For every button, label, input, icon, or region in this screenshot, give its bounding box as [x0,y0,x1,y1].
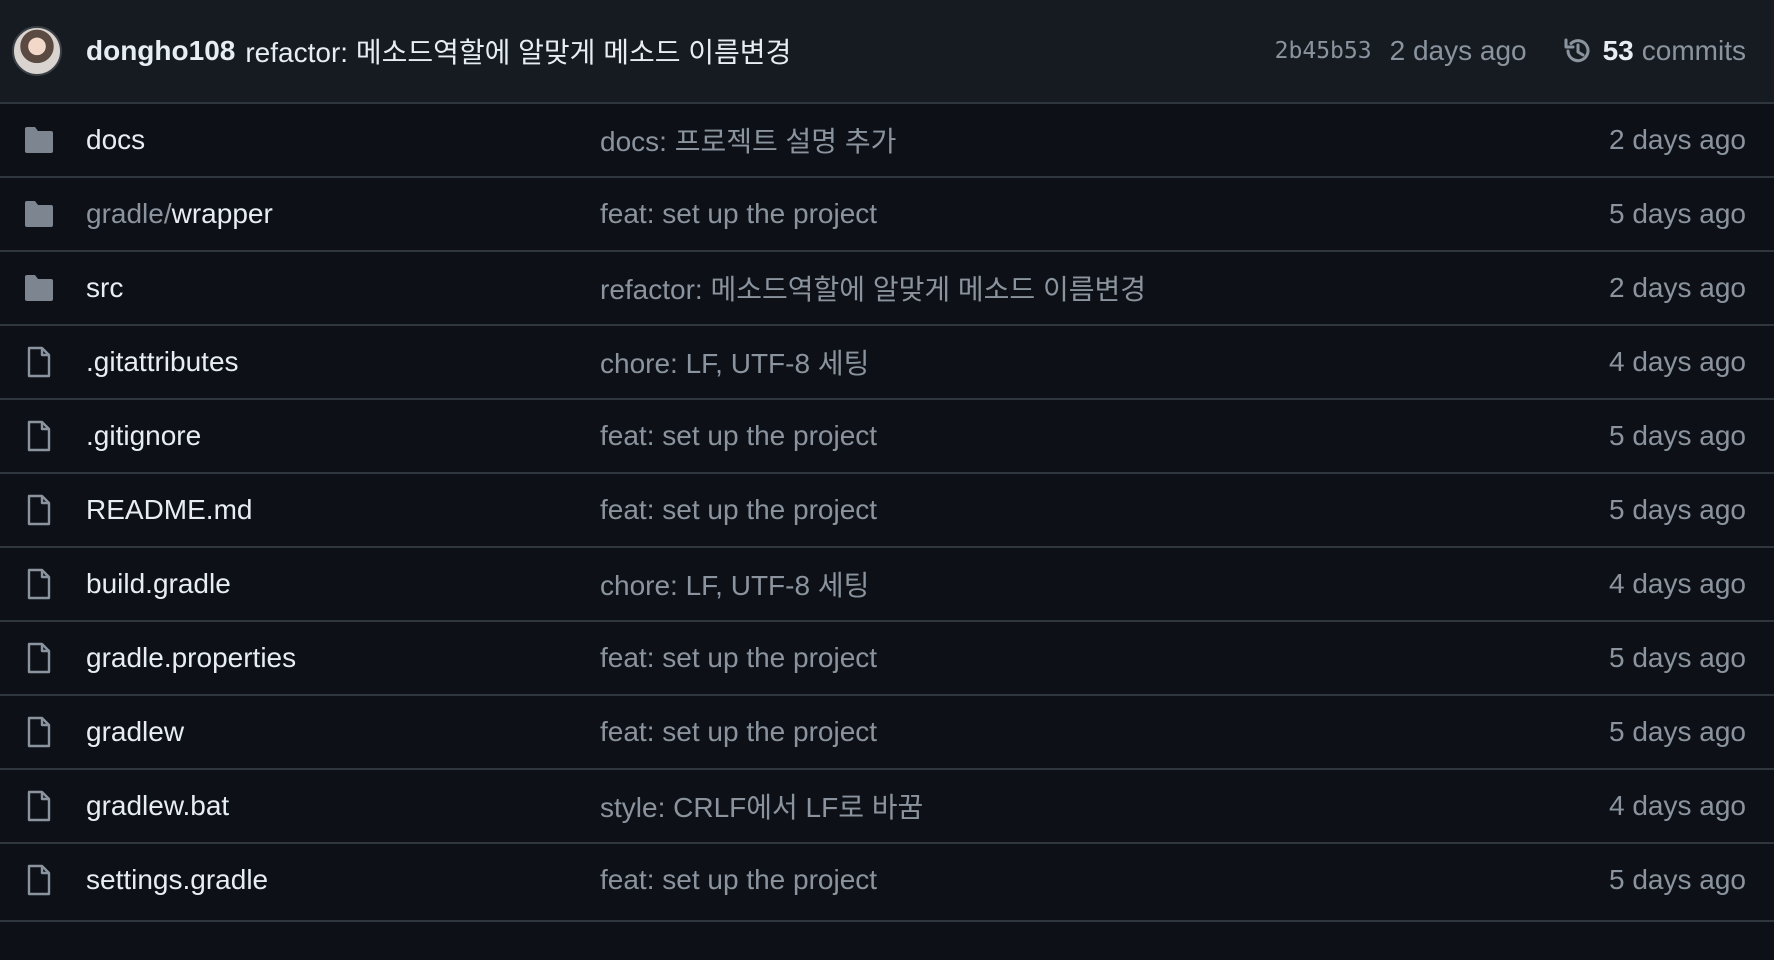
file-commit-age: 2 days ago [1609,124,1746,155]
latest-commit-bar: dongho108 refactor: 메소드역할에 알맞게 메소드 이름변경 … [0,0,1774,104]
file-name-link[interactable]: settings.gradle [86,844,586,916]
file-name-link[interactable]: gradlew [86,696,586,768]
file-commit-age: 4 days ago [1609,346,1746,377]
file-commit-age: 5 days ago [1609,198,1746,229]
file-name: build.gradle [86,568,231,599]
file-row[interactable]: gradlew feat: set up the project 5 days ag… [0,696,1774,770]
folder-icon [19,178,59,250]
file-commit-age: 5 days ago [1609,864,1746,895]
file-row[interactable]: settings.gradle feat: set up the project 5… [0,844,1774,918]
file-row[interactable]: docs docs: 프로젝트 설명 추가 2 days ago [0,104,1774,178]
file-name-link[interactable]: gradlew.bat [86,770,586,842]
file-row[interactable]: build.gradle chore: LF, UTF-8 세팅 4 days ag… [0,548,1774,622]
file-commit-age: 5 days ago [1609,494,1746,525]
file-commit-message-link[interactable]: refactor: 메소드역할에 알맞게 메소드 이름변경 [600,252,1500,324]
file-commit-message-link[interactable]: feat: set up the project [600,844,1500,916]
file-name: .gitignore [86,420,202,451]
file-name-link[interactable]: gradle.properties [86,622,586,694]
file-row[interactable]: README.md feat: set up the project 5 days … [0,474,1774,548]
file-icon [19,326,59,398]
file-name-link[interactable]: build.gradle [86,548,586,620]
file-commit-age: 5 days ago [1609,642,1746,673]
commit-time: 2 days ago [1389,35,1527,66]
file-icon [19,844,59,916]
file-commit-message-link[interactable]: feat: set up the project [600,474,1500,546]
file-commit-age: 5 days ago [1609,420,1746,451]
file-icon [19,548,59,620]
commit-count: 53 [1602,35,1634,66]
file-icon [19,474,59,546]
file-name-link[interactable]: docs [86,104,586,176]
file-commit-message-link[interactable]: style: CRLF에서 LF로 바꿈 [600,770,1500,842]
file-commit-message-link[interactable]: chore: LF, UTF-8 세팅 [600,326,1500,398]
file-commit-age: 2 days ago [1609,272,1746,303]
file-name: .gitattributes [86,346,239,377]
file-name-prefix: gradle/ [86,198,172,229]
file-icon [19,696,59,768]
folder-icon [19,252,59,324]
folder-icon [19,104,59,176]
file-commit-message-link[interactable]: feat: set up the project [600,178,1500,250]
latest-commit-message-link[interactable]: refactor: 메소드역할에 알맞게 메소드 이름변경 [245,31,791,71]
file-name: README.md [86,494,253,525]
file-commit-message-link[interactable]: feat: set up the project [600,696,1500,768]
file-icon [19,770,59,842]
file-commit-age: 4 days ago [1609,568,1746,599]
file-name: gradle.properties [86,642,297,673]
history-icon [1561,34,1595,68]
file-name: gradlew.bat [86,790,230,821]
file-commit-message-link[interactable]: chore: LF, UTF-8 세팅 [600,548,1500,620]
file-name: src [86,272,124,303]
file-name-link[interactable]: .gitattributes [86,326,586,398]
file-icon [19,622,59,694]
file-row[interactable]: .gitignore feat: set up the project 5 days… [0,400,1774,474]
file-name: wrapper [171,198,273,229]
file-name-link[interactable]: src [86,252,586,324]
commit-history-link[interactable]: 53 commits [1561,34,1746,68]
file-list: docs docs: 프로젝트 설명 추가 2 days ago gradle/wra… [0,104,1774,918]
commits-label: commits [1641,35,1746,66]
file-row[interactable]: src refactor: 메소드역할에 알맞게 메소드 이름변경 2 days a… [0,252,1774,326]
file-icon [19,400,59,472]
file-commit-message-link[interactable]: feat: set up the project [600,400,1500,472]
file-row[interactable]: .gitattributes chore: LF, UTF-8 세팅 4 days … [0,326,1774,400]
file-row[interactable]: gradlew.bat style: CRLF에서 LF로 바꿈 4 days ag… [0,770,1774,844]
file-name-link[interactable]: gradle/wrapper [86,178,586,250]
file-row[interactable]: gradle/wrapper feat: set up the project 5 … [0,178,1774,252]
file-name: settings.gradle [86,864,269,895]
file-name-link[interactable]: README.md [86,474,586,546]
file-commit-message-link[interactable]: docs: 프로젝트 설명 추가 [600,104,1500,176]
commit-sha-link[interactable]: 2b45b53 [1275,38,1372,64]
file-commit-message-link[interactable]: feat: set up the project [600,622,1500,694]
file-commit-age: 5 days ago [1609,716,1746,747]
file-commit-age: 4 days ago [1609,790,1746,821]
file-name: gradlew [86,716,185,747]
author-avatar[interactable] [12,26,62,76]
file-browser-panel: dongho108 refactor: 메소드역할에 알맞게 메소드 이름변경 … [0,0,1774,922]
file-name-link[interactable]: .gitignore [86,400,586,472]
commit-author-link[interactable]: dongho108 [86,35,235,67]
file-name: docs [86,124,146,155]
file-row[interactable]: gradle.properties feat: set up the projec… [0,622,1774,696]
